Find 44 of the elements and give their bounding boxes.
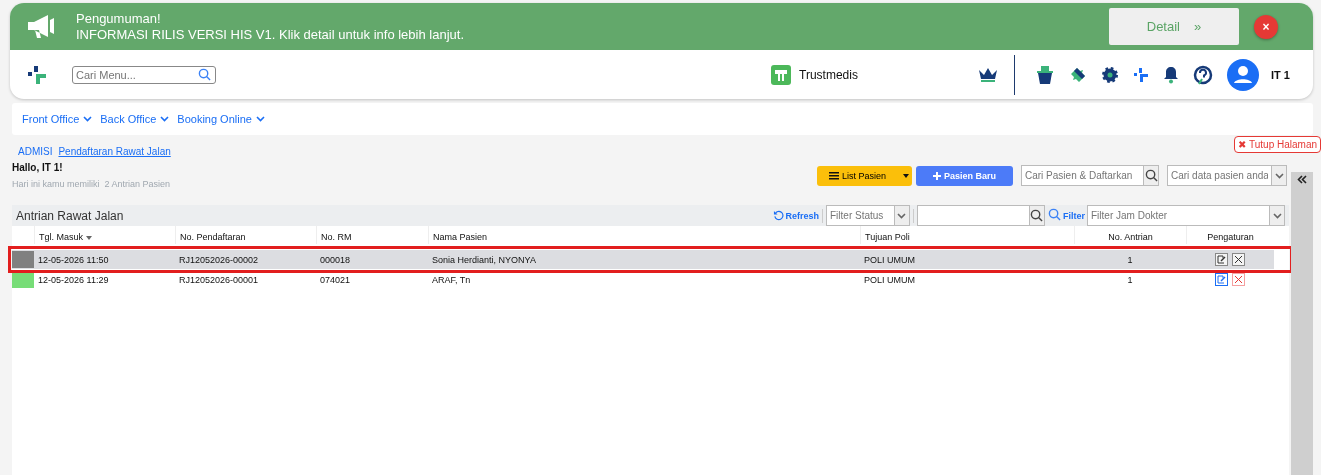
patient-search-dropdown[interactable]: Cari data pasien anda <box>1167 165 1271 186</box>
column-header[interactable]: No. Antrian <box>1108 232 1153 242</box>
table-cell: RJ12052026-00001 <box>179 274 259 285</box>
column-header[interactable]: No. RM <box>321 232 352 242</box>
table-row[interactable]: 12-05-2026 11:29 RJ12052026-00001 074021 ARAF, Tn POLI UMUM 1 <box>12 270 1289 289</box>
table-cell: 12-05-2026 11:29 <box>38 274 109 285</box>
close-button[interactable]: × <box>1254 14 1278 39</box>
breadcrumb-link[interactable]: ADMISI <box>18 145 53 157</box>
column-header[interactable]: Pengaturan <box>1207 232 1254 242</box>
brand-name: Trustmedis <box>799 67 858 82</box>
table-cell: POLI UMUM <box>864 274 915 285</box>
table-cell: 000018 <box>320 254 351 265</box>
table-cell: 1 <box>1127 274 1133 285</box>
filter-label: Filter <box>1063 210 1085 221</box>
doctor-filter-dropdown[interactable]: Filter Jam Dokter <box>1087 205 1269 226</box>
table-cell: 12-05-2026 11:50 <box>38 254 109 265</box>
queue-summary: Hari ini kamu memiliki 2 Antrian Pasien <box>12 179 171 189</box>
user-name: IT 1 <box>1270 68 1290 81</box>
menu-search-field[interactable]: Cari Menu... <box>72 65 216 84</box>
table-cell: 074021 <box>320 274 351 285</box>
breadcrumb-link[interactable]: Pendaftaran Rawat Jalan <box>58 145 171 157</box>
column-header[interactable]: Tujuan Poli <box>865 232 910 242</box>
table-cell: POLI UMUM <box>864 254 915 265</box>
announcement-message: INFORMASI RILIS VERSI HIS V1. Klik detail untuk info lebih lanjut. <box>76 26 465 43</box>
column-header[interactable]: Tgl. Masuk <box>39 232 83 242</box>
table-row[interactable]: 12-05-2026 11:50 RJ12052026-00002 000018 Sonia Herdianti, NYONYA POLI UMUM 1 <box>12 250 1289 269</box>
status-filter-dropdown[interactable]: Filter Status <box>826 205 894 226</box>
table-cell: RJ12052026-00002 <box>179 254 259 265</box>
register-search-field[interactable]: Cari Pasien & Daftarkan <box>1021 165 1143 186</box>
table-cell: Sonia Herdianti, NYONYA <box>432 254 536 265</box>
close-page-button[interactable]: ✖ Tutup Halaman <box>1234 136 1321 153</box>
refresh-button[interactable]: Refresh <box>773 210 819 221</box>
greeting-text: Hallo, IT 1! <box>12 162 64 173</box>
table-cell: ARAF, Tn <box>432 274 471 285</box>
panel-title: Antrian Rawat Jalan <box>16 208 125 223</box>
column-header[interactable]: Nama Pasien <box>433 232 488 242</box>
nav-menu-item[interactable]: Back Office <box>100 113 170 125</box>
announcement-title: Pengumuman! <box>76 10 162 27</box>
column-header[interactable]: No. Pendaftaran <box>180 232 246 242</box>
nav-menu-item[interactable]: Front Office <box>22 113 93 125</box>
new-patient-button[interactable]: Pasien Baru <box>916 165 1013 186</box>
list-patient-button[interactable]: List Pasien <box>817 165 912 186</box>
table-cell: 1 <box>1127 254 1133 265</box>
nav-menu-item[interactable]: Booking Online <box>177 113 265 125</box>
